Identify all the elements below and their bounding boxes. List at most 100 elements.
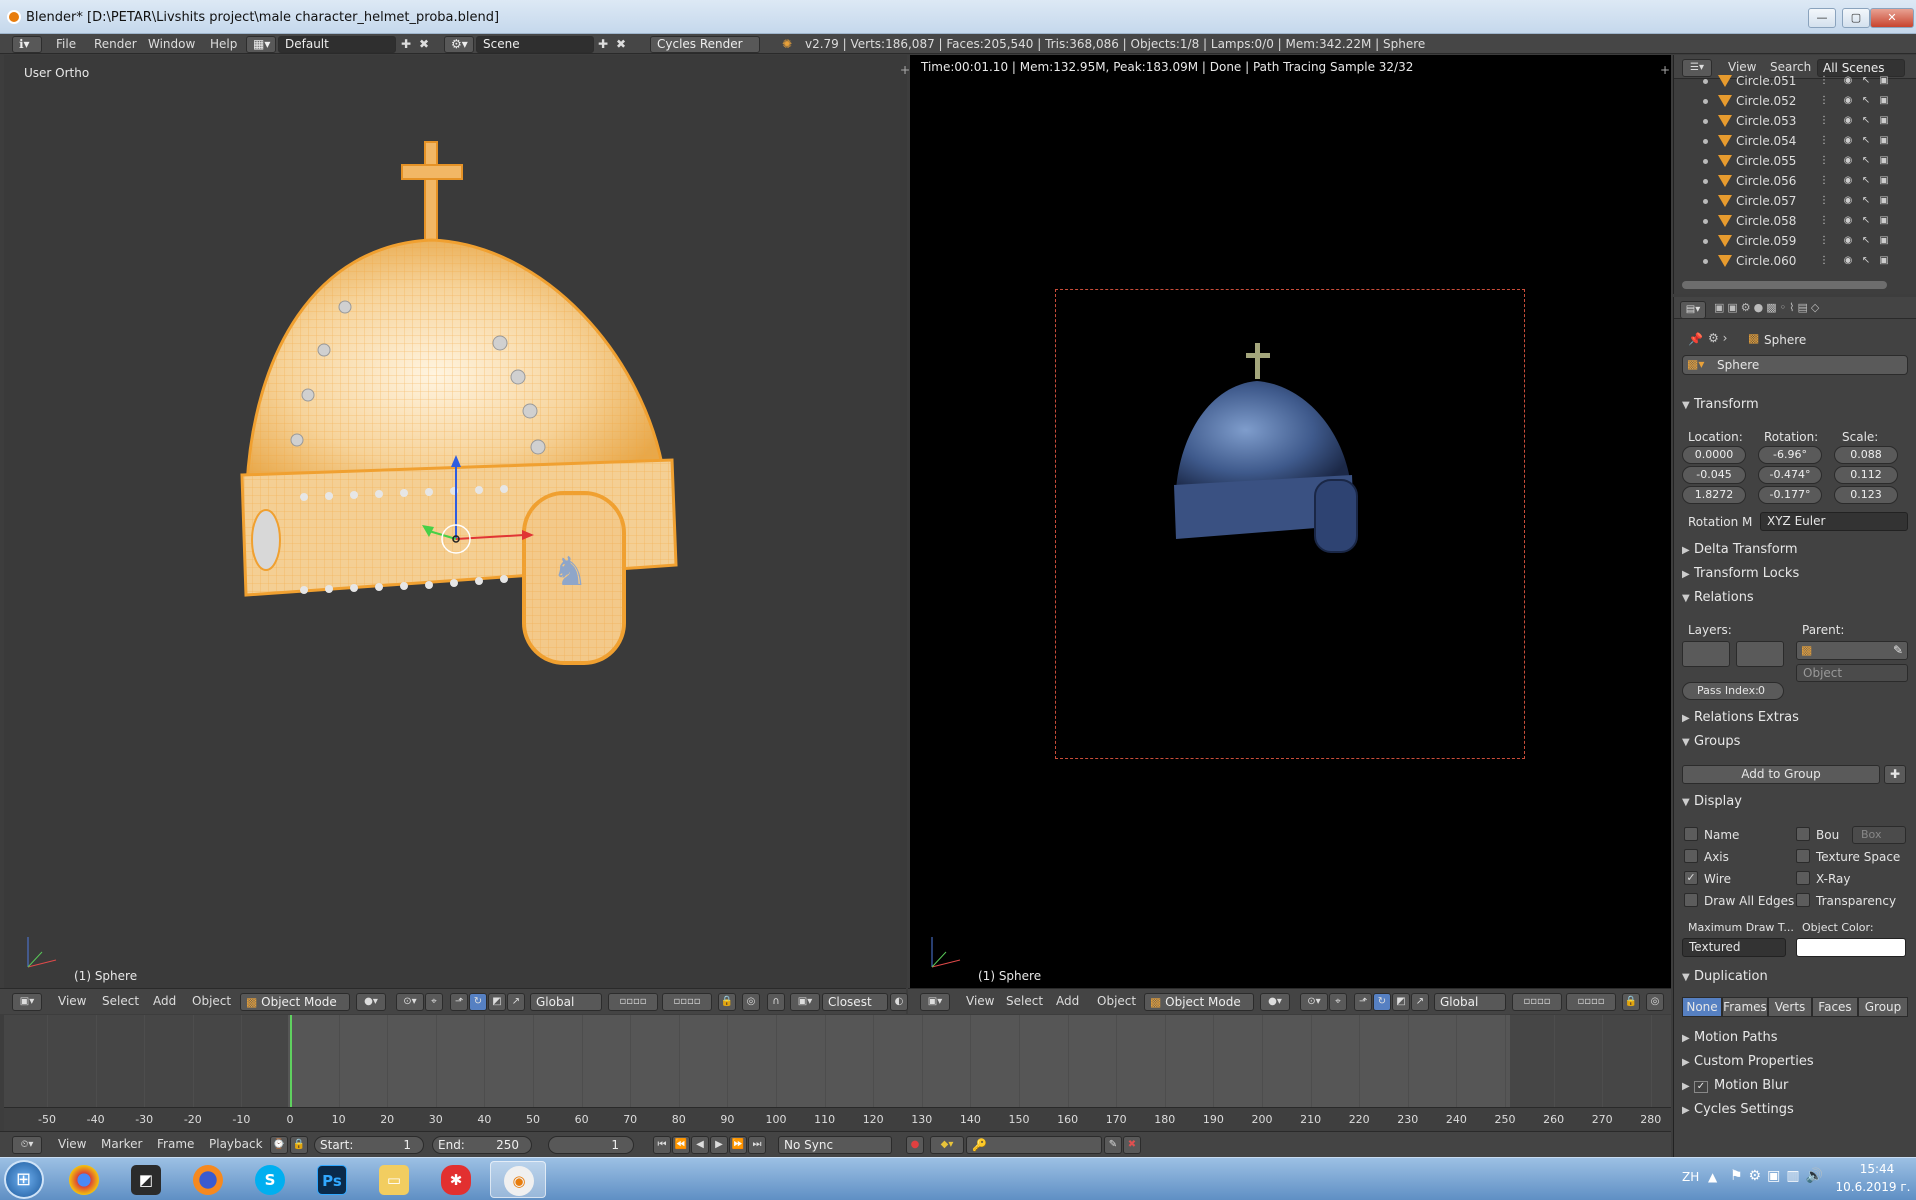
outliner-item[interactable]: Circle.059 ⋮ ◉ ↖ ▣ [1674,231,1902,251]
orientation-select[interactable]: Global [530,993,602,1011]
texture-space-checkbox[interactable] [1796,849,1810,863]
current-frame-field[interactable]: 1 [548,1136,634,1154]
bounds-type-select[interactable]: Box [1852,826,1906,844]
properties-editor-type-button[interactable]: ▤▾ [1680,301,1706,319]
menu-view[interactable]: View [58,993,86,1011]
eyedropper-icon[interactable]: ✎ [1893,643,1903,657]
shading-select-button-right[interactable]: ●▾ [1260,993,1290,1011]
visibility-eye-icon[interactable]: ◉ [1842,175,1854,187]
scale-manipulator-icon-right[interactable]: ◩ [1392,993,1410,1011]
menu-object-right[interactable]: Object [1097,993,1136,1011]
menu-select-right[interactable]: Select [1006,993,1043,1011]
scene-add-icon[interactable]: ✚ [598,36,608,52]
taskbar-chrome[interactable] [56,1161,112,1198]
outliner-item[interactable]: Circle.055 ⋮ ◉ ↖ ▣ [1674,151,1902,171]
dup-none-button[interactable]: None [1682,997,1722,1017]
selectable-cursor-icon[interactable]: ↖ [1860,75,1872,87]
manipulator-extra-icon-right[interactable]: ↗ [1411,993,1429,1011]
visibility-eye-icon[interactable]: ◉ [1842,255,1854,267]
menu-help[interactable]: Help [210,36,237,52]
start-frame-field[interactable]: Start: 1 [314,1136,424,1154]
layers-grid-right-2[interactable]: ▫▫▫▫ [1566,993,1616,1011]
layers-grid-1[interactable]: ▫▫▫▫ [608,993,658,1011]
object-name-field[interactable]: ▩▾ Sphere [1682,355,1908,375]
add-to-group-button[interactable]: Add to Group [1682,765,1880,784]
timeline-menu-playback[interactable]: Playback [209,1136,263,1154]
menu-object[interactable]: Object [192,993,231,1011]
scene-icon-button[interactable]: ⚙▾ [444,36,474,53]
rotate-manipulator-icon[interactable]: ↻ [469,993,487,1011]
helmet-wireframe[interactable]: ♞ [4,55,907,988]
expand-dot-icon[interactable] [1703,159,1708,164]
selectable-cursor-icon[interactable]: ↖ [1860,155,1872,167]
language-indicator[interactable]: ZH [1682,1170,1699,1184]
layout-icon-button[interactable]: ▦▾ [246,36,276,53]
expand-dot-icon[interactable] [1703,119,1708,124]
selectable-cursor-icon[interactable]: ↖ [1860,195,1872,207]
menu-render[interactable]: Render [94,36,137,52]
layer-lock-icon-right[interactable]: 🔒 [1622,993,1640,1011]
end-frame-field[interactable]: End: 250 [432,1136,532,1154]
shading-select-button[interactable]: ●▾ [356,993,386,1011]
taskbar-app-splat[interactable]: ✱ [428,1161,484,1198]
editor-type-button[interactable]: ▣▾ [12,993,42,1011]
selectable-cursor-icon[interactable]: ↖ [1860,95,1872,107]
manipulator-toggle-icon[interactable]: ⌖ [425,993,443,1011]
mode-select-right[interactable]: ▩ Object Mode [1144,993,1254,1011]
expand-dot-icon[interactable] [1703,99,1708,104]
display-panel-header[interactable]: ▼ Display [1682,794,1907,814]
visibility-eye-icon[interactable]: ◉ [1842,195,1854,207]
snap-target-select[interactable]: Closest [822,993,888,1011]
rotate-manipulator-icon-right[interactable]: ↻ [1373,993,1391,1011]
clock-date[interactable]: 10.6.2019 г. [1832,1180,1914,1194]
taskbar-photoshop[interactable]: Ps [304,1161,360,1198]
play-reverse-icon[interactable]: ◀ [691,1136,709,1154]
object-color-swatch[interactable] [1796,938,1906,957]
outliner-item[interactable]: Circle.052 ⋮ ◉ ↖ ▣ [1674,91,1902,111]
layers-grid-a[interactable] [1682,641,1730,667]
timeline-editor-type-button[interactable]: ⏲▾ [12,1136,42,1154]
translate-manipulator-icon[interactable]: ⬏ [450,993,468,1011]
layer-lock-icon[interactable]: 🔒 [718,993,736,1011]
selectable-cursor-icon[interactable]: ↖ [1860,135,1872,147]
visibility-eye-icon[interactable]: ◉ [1842,95,1854,107]
expand-dot-icon[interactable] [1703,259,1708,264]
wire-checkbox[interactable]: ✓ [1684,871,1698,885]
menu-add[interactable]: Add [153,993,176,1011]
expand-dot-icon[interactable] [1703,239,1708,244]
layers-grid-right-1[interactable]: ▫▫▫▫ [1512,993,1562,1011]
visibility-eye-icon[interactable]: ◉ [1842,215,1854,227]
axis-checkbox[interactable] [1684,849,1698,863]
expand-dot-icon[interactable] [1703,179,1708,184]
menu-file[interactable]: File [56,36,76,52]
jump-keyframe-back-icon[interactable]: ⏪ [672,1136,690,1154]
timeline-menu-frame[interactable]: Frame [157,1136,194,1154]
preview-range-icon[interactable]: ⌚ [270,1136,288,1154]
layers-grid-2[interactable]: ▫▫▫▫ [662,993,712,1011]
menu-view-right[interactable]: View [966,993,994,1011]
outliner-item[interactable]: Circle.058 ⋮ ◉ ↖ ▣ [1674,211,1902,231]
layout-add-icon[interactable]: ✚ [401,36,411,52]
render-preview-icon[interactable]: ◐ [890,993,908,1011]
selectable-cursor-icon[interactable]: ↖ [1860,255,1872,267]
timeline[interactable]: -50 -40 -30 -20 -10 0 10 20 30 40 50 60 70 80 90 100 110… [4,1015,1671,1131]
location-x-field[interactable]: 0.0000 [1682,446,1746,464]
show-hidden-icons[interactable]: ▲ [1708,1170,1717,1184]
name-checkbox[interactable] [1684,827,1698,841]
outliner-item[interactable]: Circle.053 ⋮ ◉ ↖ ▣ [1674,111,1902,131]
start-button[interactable]: ⊞ [4,1160,44,1199]
motion-blur-panel-header[interactable]: ▶ ✓ Motion Blur [1682,1078,1907,1098]
outliner-item[interactable]: Circle.060 ⋮ ◉ ↖ ▣ [1674,251,1902,271]
editor-type-button-right[interactable]: ▣▾ [920,993,950,1011]
scale-manipulator-icon[interactable]: ◩ [488,993,506,1011]
pivot-select-button[interactable]: ⊙▾ [396,993,424,1011]
minimize-button[interactable]: — [1808,8,1836,28]
outliner-item[interactable]: Circle.054 ⋮ ◉ ↖ ▣ [1674,131,1902,151]
render-camera-icon[interactable]: ▣ [1878,155,1890,167]
render-camera-icon[interactable]: ▣ [1878,195,1890,207]
lock-range-icon[interactable]: 🔒 [290,1136,308,1154]
transform-locks-panel-header[interactable]: ▶ Transform Locks [1682,566,1907,586]
menu-window[interactable]: Window [148,36,195,52]
delete-keyframe-icon[interactable]: ✖ [1123,1136,1141,1154]
duplication-panel-header[interactable]: ▼ Duplication [1682,969,1907,989]
